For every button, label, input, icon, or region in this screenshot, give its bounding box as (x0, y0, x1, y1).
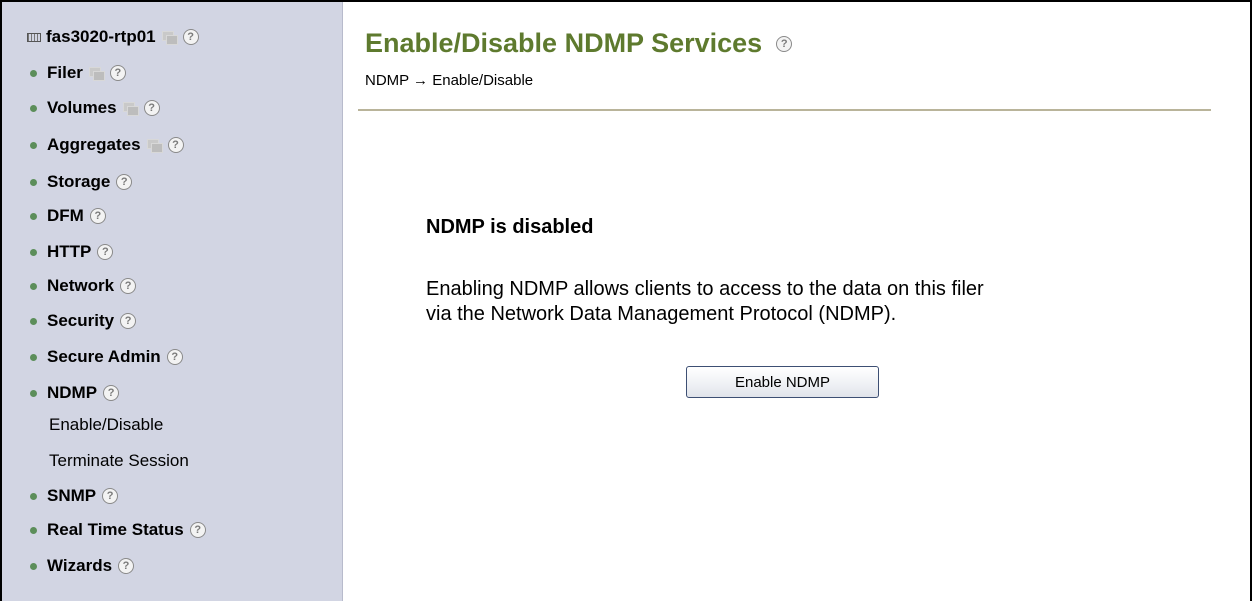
bullet-icon (30, 353, 37, 361)
bullet-icon (30, 141, 37, 149)
help-icon[interactable]: ? (167, 137, 184, 153)
help-icon[interactable]: ? (97, 244, 114, 260)
sidebar-item-wizards[interactable]: Wizards ? (2, 550, 135, 582)
bullet-icon (30, 562, 37, 570)
bullet-icon (30, 492, 37, 500)
bullet-icon (30, 212, 37, 220)
help-icon[interactable]: ? (182, 29, 199, 45)
sidebar-host-label[interactable]: fas3020-rtp01 (46, 27, 156, 47)
page-title-text: Enable/Disable NDMP Services (365, 28, 763, 58)
new-window-icon[interactable] (146, 138, 163, 153)
sidebar-item-http[interactable]: HTTP ? (2, 236, 114, 268)
bullet-icon (30, 104, 37, 112)
sidebar-subitem-enable-disable[interactable]: Enable/Disable (2, 409, 163, 441)
bullet-icon (30, 69, 37, 77)
sidebar-item-network[interactable]: Network ? (2, 270, 137, 302)
sidebar-item-label[interactable]: Real Time Status (47, 520, 184, 540)
sidebar-item-storage[interactable]: Storage ? (2, 166, 133, 198)
status-heading: NDMP is disabled (426, 216, 594, 238)
help-icon[interactable]: ? (166, 349, 183, 365)
sidebar-item-dfm[interactable]: DFM ? (2, 200, 106, 232)
main-content: Enable/Disable NDMP Services ? NDMP → En… (343, 2, 1252, 601)
sidebar-item-ndmp[interactable]: NDMP ? (2, 377, 120, 409)
help-icon[interactable]: ? (120, 313, 137, 329)
help-icon[interactable]: ? (118, 558, 135, 574)
help-icon[interactable]: ? (116, 174, 133, 190)
new-window-icon[interactable] (161, 30, 178, 45)
sidebar: fas3020-rtp01 ? Filer ? Volumes ? Aggreg… (2, 2, 343, 601)
sidebar-item-label[interactable]: Secure Admin (47, 347, 161, 367)
sidebar-item-label[interactable]: Network (47, 276, 114, 296)
sidebar-item-label[interactable]: DFM (47, 206, 84, 226)
sidebar-item-security[interactable]: Security ? (2, 305, 137, 337)
sidebar-item-label[interactable]: Aggregates (47, 135, 141, 155)
sidebar-item-label[interactable]: NDMP (47, 383, 97, 403)
description-line: via the Network Data Management Protocol… (426, 303, 897, 325)
divider (358, 109, 1211, 111)
sidebar-item-label[interactable]: HTTP (47, 242, 91, 262)
help-icon[interactable]: ? (89, 208, 106, 224)
sidebar-item-real-time-status[interactable]: Real Time Status ? (2, 514, 206, 546)
bullet-icon (30, 317, 37, 325)
sidebar-item-label[interactable]: Security (47, 311, 114, 331)
description-line: Enabling NDMP allows clients to access t… (426, 278, 984, 300)
description: Enabling NDMP allows clients to access t… (426, 277, 984, 327)
server-icon (27, 32, 41, 42)
page-title: Enable/Disable NDMP Services ? (365, 28, 793, 59)
sidebar-subitem-label[interactable]: Terminate Session (49, 451, 189, 471)
help-icon[interactable]: ? (102, 488, 119, 504)
sidebar-host[interactable]: fas3020-rtp01 ? (2, 21, 199, 53)
sidebar-item-volumes[interactable]: Volumes ? (2, 92, 160, 124)
sidebar-item-label[interactable]: Filer (47, 63, 83, 83)
sidebar-subitem-terminate-session[interactable]: Terminate Session (2, 445, 189, 477)
help-icon[interactable]: ? (189, 522, 206, 538)
bullet-icon (30, 389, 37, 397)
help-icon[interactable]: ? (776, 35, 793, 52)
enable-ndmp-button[interactable]: Enable NDMP (686, 366, 879, 398)
help-icon[interactable]: ? (120, 278, 137, 294)
sidebar-item-label[interactable]: SNMP (47, 486, 96, 506)
bullet-icon (30, 526, 37, 534)
sidebar-item-label[interactable]: Wizards (47, 556, 112, 576)
bullet-icon (30, 178, 37, 186)
help-icon[interactable]: ? (103, 385, 120, 401)
new-window-icon[interactable] (88, 66, 105, 81)
sidebar-item-aggregates[interactable]: Aggregates ? (2, 129, 184, 161)
bullet-icon (30, 282, 37, 290)
sidebar-item-filer[interactable]: Filer ? (2, 57, 126, 89)
breadcrumb: NDMP → Enable/Disable (365, 72, 534, 89)
sidebar-item-snmp[interactable]: SNMP ? (2, 480, 119, 512)
new-window-icon[interactable] (122, 101, 139, 116)
help-icon[interactable]: ? (143, 100, 160, 116)
bullet-icon (30, 248, 37, 256)
sidebar-item-secure-admin[interactable]: Secure Admin ? (2, 341, 183, 373)
help-icon[interactable]: ? (109, 65, 126, 81)
sidebar-item-label[interactable]: Storage (47, 172, 110, 192)
sidebar-subitem-label[interactable]: Enable/Disable (49, 415, 163, 435)
sidebar-item-label[interactable]: Volumes (47, 98, 117, 118)
